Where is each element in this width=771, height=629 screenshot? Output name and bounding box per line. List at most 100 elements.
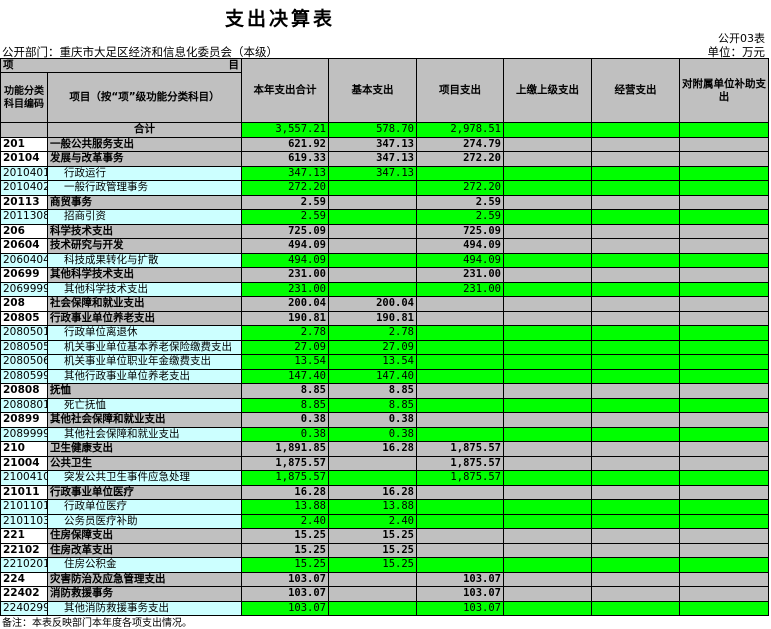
row-basic: 347.13 <box>328 151 417 167</box>
row-project <box>416 296 504 312</box>
row-name: 卫生健康支出 <box>47 441 242 457</box>
row-code: 2060404 <box>0 252 48 268</box>
row-basic: 16.28 <box>328 484 417 500</box>
total-row: 合计 3,557.21 578.70 2,978.51 <box>0 122 769 138</box>
table-row: 22102 住房改革支出 15.25 15.25 <box>0 542 769 558</box>
row-basic: 15.25 <box>328 557 417 573</box>
row-total: 725.09 <box>241 223 329 239</box>
table-row: 2101101 行政单位医疗 13.88 13.88 <box>0 499 769 515</box>
row-business <box>591 209 680 225</box>
row-upper <box>503 426 592 442</box>
row-code: 210 <box>0 441 48 457</box>
row-code: 22402 <box>0 586 48 602</box>
row-code: 2089999 <box>0 426 48 442</box>
row-basic <box>328 180 417 196</box>
row-total: 13.54 <box>241 354 329 370</box>
row-project <box>416 528 504 544</box>
total-business <box>591 122 680 138</box>
row-name: 公共卫生 <box>47 455 242 471</box>
row-upper <box>503 165 592 181</box>
table-row: 2080599 其他行政事业单位养老支出 147.40 147.40 <box>0 368 769 384</box>
table-row: 2089999 其他社会保障和就业支出 0.38 0.38 <box>0 426 769 442</box>
total-code <box>0 122 48 138</box>
row-business <box>591 586 680 602</box>
row-total: 13.88 <box>241 499 329 515</box>
row-upper <box>503 252 592 268</box>
row-total: 27.09 <box>241 339 329 355</box>
row-name: 行政单位离退休 <box>47 325 242 341</box>
row-business <box>591 600 680 616</box>
row-name: 其他行政事业单位养老支出 <box>47 368 242 384</box>
row-business <box>591 571 680 587</box>
table-row: 210 卫生健康支出 1,891.85 16.28 1,875.57 <box>0 441 769 457</box>
row-business <box>591 397 680 413</box>
row-upper <box>503 571 592 587</box>
row-name: 商贸事务 <box>47 194 242 210</box>
row-project <box>416 513 504 529</box>
row-total: 200.04 <box>241 296 329 312</box>
row-business <box>591 310 680 326</box>
table-row: 2080501 行政单位离退休 2.78 2.78 <box>0 325 769 341</box>
row-total: 272.20 <box>241 180 329 196</box>
row-name: 其他社会保障和就业支出 <box>47 412 242 428</box>
row-upper <box>503 325 592 341</box>
row-code: 2080506 <box>0 354 48 370</box>
row-subsidiary <box>679 165 769 181</box>
row-project: 272.20 <box>416 151 504 167</box>
row-project <box>416 325 504 341</box>
row-total: 231.00 <box>241 267 329 283</box>
row-name: 一般行政管理事务 <box>47 180 242 196</box>
row-code: 2010401 <box>0 165 48 181</box>
row-business <box>591 412 680 428</box>
row-subsidiary <box>679 412 769 428</box>
row-subsidiary <box>679 426 769 442</box>
row-code: 20808 <box>0 383 48 399</box>
row-total: 147.40 <box>241 368 329 384</box>
row-total: 1,875.57 <box>241 470 329 486</box>
table-row: 20699 其他科学技术支出 231.00 231.00 <box>0 267 769 283</box>
row-business <box>591 165 680 181</box>
row-upper <box>503 180 592 196</box>
row-name: 机关事业单位基本养老保险缴费支出 <box>47 339 242 355</box>
table-row: 2080506 机关事业单位职业年金缴费支出 13.54 13.54 <box>0 354 769 370</box>
row-basic: 2.78 <box>328 325 417 341</box>
row-name: 行政单位医疗 <box>47 499 242 515</box>
row-total: 15.25 <box>241 528 329 544</box>
row-project <box>416 484 504 500</box>
header-project: 项目支出 <box>416 58 504 123</box>
row-subsidiary <box>679 151 769 167</box>
row-business <box>591 339 680 355</box>
row-project <box>416 354 504 370</box>
row-total: 2.59 <box>241 209 329 225</box>
row-subsidiary <box>679 513 769 529</box>
footnote: 备注：本表反映部门本年度各项支出情况。 <box>2 618 192 629</box>
row-name: 行政运行 <box>47 165 242 181</box>
row-name: 住房保障支出 <box>47 528 242 544</box>
row-upper <box>503 310 592 326</box>
row-total: 103.07 <box>241 571 329 587</box>
row-name: 灾害防治及应急管理支出 <box>47 571 242 587</box>
row-basic: 16.28 <box>328 441 417 457</box>
row-basic <box>328 470 417 486</box>
row-basic <box>328 209 417 225</box>
row-basic: 0.38 <box>328 412 417 428</box>
row-subsidiary <box>679 484 769 500</box>
row-project: 231.00 <box>416 267 504 283</box>
table-row: 20899 其他社会保障和就业支出 0.38 0.38 <box>0 412 769 428</box>
row-name: 住房公积金 <box>47 557 242 573</box>
row-business <box>591 542 680 558</box>
row-upper <box>503 513 592 529</box>
header-item-row: 项 目 本年支出合计 基本支出 项目支出 上缴上级支出 经营支出 对附属单位补助… <box>0 58 769 123</box>
row-code: 2080801 <box>0 397 48 413</box>
header-item-left: 项 <box>3 59 14 72</box>
row-subsidiary <box>679 542 769 558</box>
row-code: 20113 <box>0 194 48 210</box>
table-row: 206 科学技术支出 725.09 725.09 <box>0 223 769 239</box>
row-total: 494.09 <box>241 252 329 268</box>
row-business <box>591 470 680 486</box>
row-code: 208 <box>0 296 48 312</box>
row-upper <box>503 470 592 486</box>
row-business <box>591 368 680 384</box>
row-name: 公务员医疗补助 <box>47 513 242 529</box>
row-basic <box>328 455 417 471</box>
